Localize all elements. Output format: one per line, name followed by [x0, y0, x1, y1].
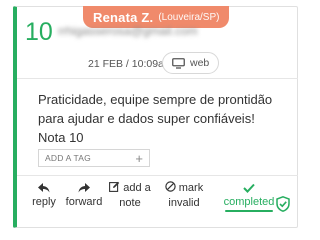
reply-button[interactable]: reply [31, 181, 57, 208]
comment-line: Nota 10 [38, 130, 84, 145]
divider [17, 78, 298, 79]
edit-icon [109, 181, 120, 195]
action-bar: reply forward add a note mark invalid co… [17, 181, 298, 221]
add-tag-placeholder: ADD A TAG [45, 153, 91, 163]
add-tag-input[interactable]: ADD A TAG + [38, 149, 150, 167]
mark-invalid-label-line1: mark [178, 182, 204, 194]
check-icon [243, 181, 255, 194]
divider [17, 175, 298, 176]
completed-button[interactable]: completed [217, 181, 281, 212]
nps-score: 10 [25, 18, 53, 46]
completed-underline [225, 210, 273, 212]
forward-button[interactable]: forward [62, 181, 106, 208]
author-name: Renata Z. [93, 9, 154, 25]
reply-icon [38, 181, 50, 194]
comment-line: Praticidade, equipe sempre de prontidão [38, 92, 273, 107]
forward-icon [78, 181, 90, 194]
comment-line: para ajudar e dados super confiáveis! [38, 111, 255, 126]
plus-icon[interactable]: + [135, 152, 143, 165]
mark-invalid-button[interactable]: mark invalid [163, 181, 205, 209]
shield-check-icon [276, 196, 290, 217]
source-label: web [190, 57, 210, 69]
add-note-label-line1: add a [123, 182, 151, 194]
response-date: 21 FEB / 10:09am [88, 58, 173, 70]
comment-text: Praticidade, equipe sempre de prontidão … [38, 90, 288, 147]
add-note-button[interactable]: add a note [109, 181, 151, 209]
customer-email: rrhigasserosa@gmail.com [58, 24, 198, 38]
source-pill: web [162, 52, 220, 74]
block-icon [165, 181, 176, 195]
add-note-label-line2: note [119, 197, 141, 209]
monitor-icon [172, 57, 185, 69]
reply-label: reply [32, 196, 56, 208]
completed-label: completed [223, 196, 275, 208]
forward-label: forward [65, 196, 103, 208]
author-location: (Louveira/SP) [158, 11, 220, 23]
mark-invalid-label-line2: invalid [168, 197, 200, 209]
